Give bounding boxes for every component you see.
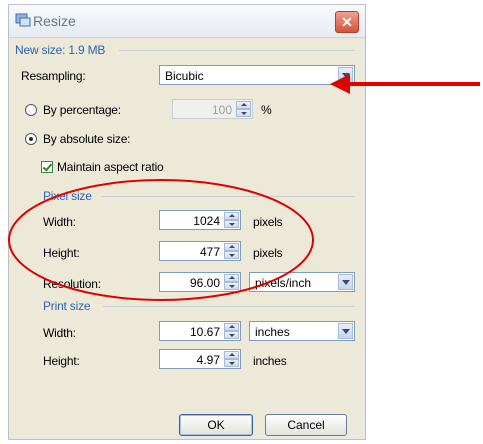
maintain-aspect-label: Maintain aspect ratio	[57, 160, 164, 174]
by-percentage-label: By percentage:	[43, 103, 121, 117]
divider	[103, 306, 355, 307]
spinner-icon[interactable]	[224, 274, 239, 290]
print-height-value: 4.97	[196, 353, 220, 367]
spinner-icon[interactable]	[224, 212, 239, 228]
print-height-unit: inches	[253, 354, 287, 368]
divider	[119, 50, 355, 51]
dropdown-arrow-icon[interactable]	[338, 274, 353, 290]
print-width-value: 10.67	[189, 325, 220, 339]
pixel-height-unit: pixels	[253, 246, 283, 260]
spinner-icon[interactable]	[236, 101, 251, 117]
pixel-height-label: Height:	[43, 246, 80, 260]
resize-dialog: Resize ✕ New size: 1.9 MB Resampling: Bi…	[8, 4, 366, 440]
percentage-input[interactable]: 100	[172, 99, 253, 119]
resolution-unit-value: pixels/inch	[255, 276, 312, 290]
spinner-icon[interactable]	[224, 243, 239, 259]
dropdown-arrow-icon[interactable]	[338, 323, 353, 339]
pixel-height-input[interactable]: 477	[159, 241, 241, 261]
print-width-label: Width:	[43, 326, 76, 340]
close-icon: ✕	[341, 14, 353, 30]
print-size-heading: Print size	[43, 299, 91, 313]
resampling-value: Bicubic	[165, 69, 204, 83]
ok-button[interactable]: OK	[179, 414, 253, 436]
pixel-width-value: 1024	[193, 214, 220, 228]
resolution-value: 96.00	[189, 276, 220, 290]
spinner-icon[interactable]	[224, 323, 239, 339]
divider	[101, 196, 355, 197]
cancel-button[interactable]: Cancel	[265, 414, 347, 436]
resampling-select[interactable]: Bicubic	[159, 65, 355, 85]
resolution-unit-select[interactable]: pixels/inch	[249, 272, 355, 292]
pixel-width-label: Width:	[43, 215, 76, 229]
title-bar[interactable]: Resize ✕	[9, 5, 365, 38]
new-size-label: New size: 1.9 MB	[15, 43, 106, 57]
pixel-size-heading: Pixel size	[43, 189, 92, 203]
pixel-height-value: 477	[199, 245, 220, 259]
app-resize-icon	[15, 13, 31, 27]
dropdown-arrow-icon[interactable]	[338, 67, 353, 83]
dialog-title: Resize	[33, 13, 76, 29]
by-absolute-size-label: By absolute size:	[43, 132, 131, 146]
print-unit-value: inches	[255, 325, 290, 339]
resolution-label: Resolution:	[43, 277, 101, 291]
by-percentage-radio[interactable]	[25, 104, 37, 116]
percent-unit: %	[261, 103, 272, 117]
print-width-input[interactable]: 10.67	[159, 321, 241, 341]
maintain-aspect-checkbox[interactable]	[41, 161, 53, 173]
print-unit-select[interactable]: inches	[249, 321, 355, 341]
spinner-icon[interactable]	[224, 351, 239, 367]
resampling-label: Resampling:	[21, 69, 86, 83]
pixel-width-unit: pixels	[253, 215, 283, 229]
by-absolute-size-radio[interactable]	[25, 133, 37, 145]
percentage-value: 100	[211, 103, 232, 117]
print-height-label: Height:	[43, 354, 80, 368]
close-button[interactable]: ✕	[335, 11, 359, 33]
resolution-input[interactable]: 96.00	[159, 272, 241, 292]
pixel-width-input[interactable]: 1024	[159, 210, 241, 230]
print-height-input[interactable]: 4.97	[159, 349, 241, 369]
